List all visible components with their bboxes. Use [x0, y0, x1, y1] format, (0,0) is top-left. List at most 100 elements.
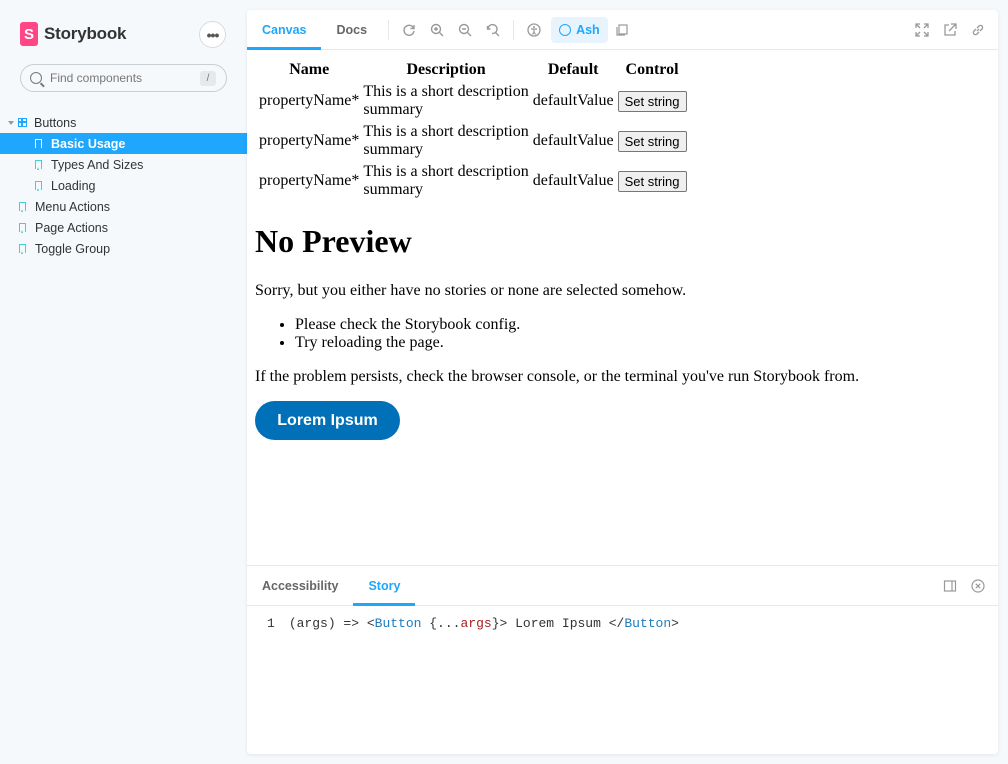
zoom-reset-icon	[486, 23, 500, 36]
fullscreen-icon	[915, 23, 929, 37]
theme-selector[interactable]: Ash	[551, 16, 608, 43]
tree-item-label: Buttons	[34, 115, 77, 130]
circle-icon	[559, 23, 572, 36]
fullscreen-button[interactable]	[908, 16, 936, 44]
toolbar-divider	[513, 19, 515, 40]
prop-control: Set string	[617, 162, 688, 200]
lorem-ipsum-button[interactable]: Lorem Ipsum	[255, 401, 400, 440]
component-icon	[18, 118, 27, 127]
tree-item-menu-actions[interactable]: Menu Actions	[0, 196, 247, 217]
prop-default: defaultValue	[532, 172, 614, 189]
column-header: Control	[625, 61, 679, 78]
prop-description: This is a short description summary	[362, 162, 529, 200]
props-table: Name Description Default Control propert…	[256, 58, 690, 202]
addons-tab-bar: Accessibility Story	[247, 566, 998, 606]
tree-item-buttons[interactable]: Buttons	[0, 112, 247, 133]
set-string-button[interactable]: Set string	[617, 90, 687, 112]
close-panel-button[interactable]	[964, 572, 992, 600]
set-string-button[interactable]: Set string	[617, 170, 687, 192]
story-canvas: Name Description Default Control propert…	[247, 51, 998, 566]
no-preview-message: Sorry, but you either have no stories or…	[255, 282, 687, 299]
story-source-code: 1 (args) => <Button {...args}> Lorem Ipsu…	[267, 616, 679, 631]
remount-button[interactable]	[395, 16, 423, 44]
tips-list: Please check the Storybook config. Try r…	[295, 316, 520, 352]
search-box[interactable]: /	[20, 64, 227, 92]
code-token: >	[671, 616, 679, 631]
toggle-panel-orientation-button[interactable]	[936, 572, 964, 600]
prop-description-line: summary	[363, 141, 423, 158]
zoom-out-button[interactable]	[451, 16, 479, 44]
prop-description-line: This is a short description	[363, 83, 529, 100]
copy-link-button[interactable]	[964, 16, 992, 44]
search-shortcut-key: /	[200, 71, 216, 86]
prop-description-line: This is a short description	[363, 163, 529, 180]
prop-control: Set string	[617, 122, 688, 160]
tab-accessibility[interactable]: Accessibility	[247, 566, 353, 606]
set-string-button[interactable]: Set string	[617, 130, 687, 152]
column-header: Name	[289, 61, 330, 78]
prop-description: This is a short description summary	[362, 82, 529, 120]
tree-item-label: Loading	[51, 178, 96, 193]
outline-button[interactable]	[608, 16, 636, 44]
sidebar: S Storybook ••• / Buttons Basic Usage Ty…	[0, 0, 247, 764]
bookmark-icon	[35, 160, 42, 170]
tree-item-loading[interactable]: Loading	[0, 175, 247, 196]
tree-item-toggle-group[interactable]: Toggle Group	[0, 238, 247, 259]
toolbar-right-actions	[908, 16, 992, 44]
outline-icon	[616, 23, 628, 36]
tab-story[interactable]: Story	[353, 566, 416, 606]
external-link-icon	[944, 23, 957, 36]
tab-docs[interactable]: Docs	[321, 10, 382, 50]
zoom-out-icon	[458, 23, 472, 36]
code-token: }> Lorem Ipsum </	[491, 616, 625, 631]
refresh-icon	[403, 24, 415, 36]
caret-down-icon[interactable]	[8, 120, 14, 125]
tree-item-label: Toggle Group	[35, 241, 111, 256]
line-number: 1	[267, 616, 275, 631]
prop-name: propertyName*	[259, 92, 360, 109]
column-header: Default	[547, 61, 599, 78]
search-input[interactable]	[50, 71, 200, 85]
search-icon	[30, 72, 42, 84]
bookmark-icon	[35, 139, 42, 149]
code-token: (args) => <	[288, 616, 375, 631]
table-row: propertyName* This is a short descriptio…	[258, 122, 688, 160]
bookmark-icon	[35, 181, 42, 191]
brand[interactable]: S Storybook	[20, 22, 126, 46]
code-attr: args	[460, 616, 492, 631]
tree-item-label: Menu Actions	[35, 199, 111, 214]
zoom-reset-button[interactable]	[479, 16, 507, 44]
accessibility-button[interactable]	[520, 16, 548, 44]
theme-label: Ash	[576, 22, 600, 37]
story-tree: Buttons Basic Usage Types And Sizes Load…	[0, 112, 247, 259]
prop-description: This is a short description summary	[362, 122, 529, 160]
bookmark-icon	[19, 244, 26, 254]
close-icon	[971, 579, 985, 593]
prop-description-line: summary	[363, 101, 423, 118]
accessibility-icon	[527, 22, 541, 37]
zoom-in-button[interactable]	[423, 16, 451, 44]
open-new-tab-button[interactable]	[936, 16, 964, 44]
prop-default: defaultValue	[532, 92, 614, 109]
table-row: propertyName* This is a short descriptio…	[258, 162, 688, 200]
tree-item-page-actions[interactable]: Page Actions	[0, 217, 247, 238]
tree-item-basic-usage[interactable]: Basic Usage	[0, 133, 247, 154]
no-preview-heading: No Preview	[255, 223, 412, 259]
column-header: Description	[406, 61, 486, 78]
addons-actions	[936, 572, 992, 600]
tree-item-types-and-sizes[interactable]: Types And Sizes	[0, 154, 247, 175]
persist-message: If the problem persists, check the brows…	[255, 368, 860, 385]
prop-name: propertyName*	[259, 132, 360, 149]
bookmark-icon	[19, 223, 26, 233]
ellipsis-icon: •••	[206, 26, 220, 43]
settings-menu-button[interactable]: •••	[199, 21, 226, 48]
prop-name: propertyName*	[259, 172, 360, 189]
list-item: Try reloading the page.	[295, 334, 520, 352]
tree-item-label: Types And Sizes	[51, 157, 144, 172]
tree-item-label: Basic Usage	[51, 136, 126, 151]
props-table-header: Name Description Default Control	[258, 60, 688, 80]
main-panel: Canvas Docs Ash Name Description Default…	[247, 10, 998, 754]
toolbar-divider	[388, 19, 390, 40]
tab-canvas[interactable]: Canvas	[247, 10, 322, 50]
sidebar-layout-icon	[943, 580, 957, 592]
